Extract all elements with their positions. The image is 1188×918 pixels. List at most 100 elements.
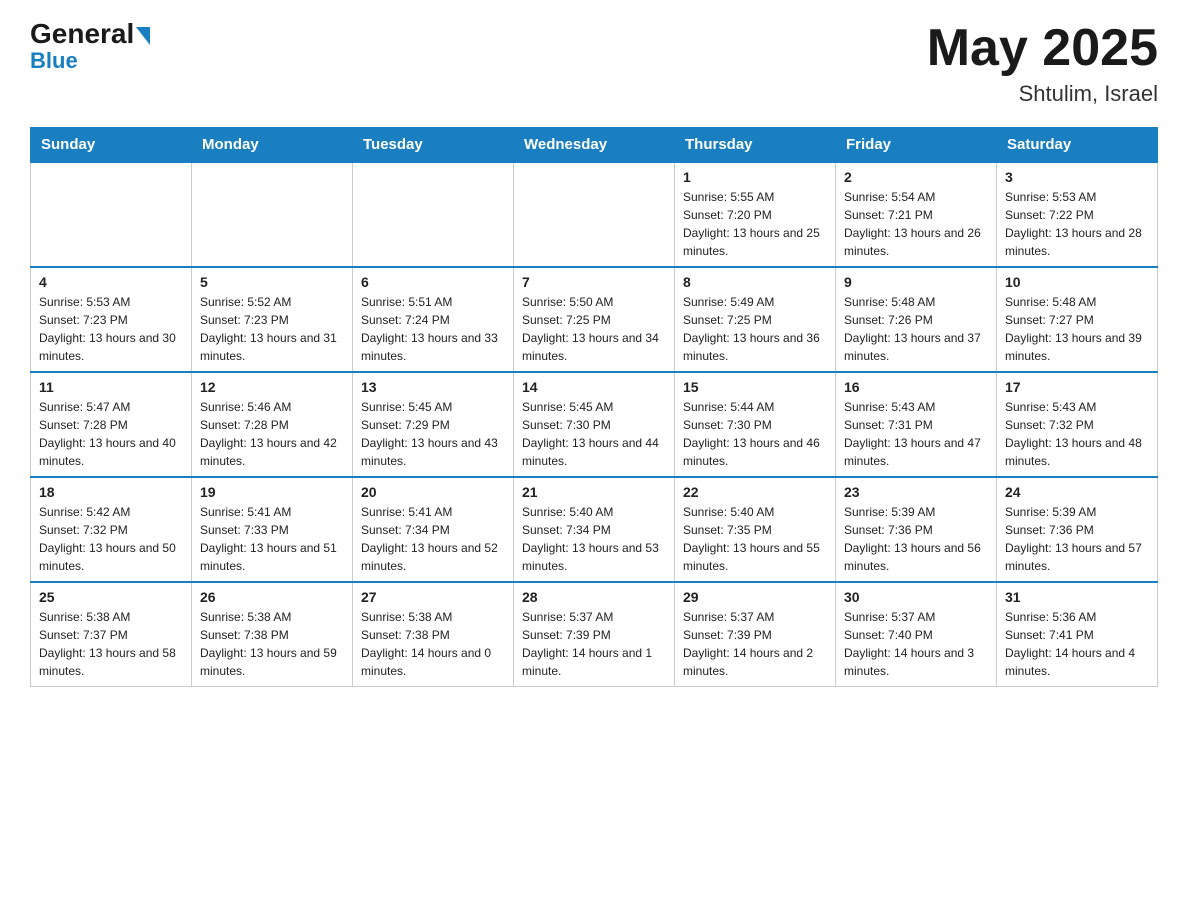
day-info: Sunrise: 5:53 AMSunset: 7:23 PMDaylight:… <box>39 293 183 365</box>
table-row: 21 Sunrise: 5:40 AMSunset: 7:34 PMDayligh… <box>514 477 675 582</box>
day-info: Sunrise: 5:46 AMSunset: 7:28 PMDaylight:… <box>200 398 344 470</box>
col-tuesday: Tuesday <box>353 128 514 163</box>
day-info: Sunrise: 5:38 AMSunset: 7:37 PMDaylight:… <box>39 608 183 680</box>
day-number: 2 <box>844 169 988 185</box>
day-info: Sunrise: 5:47 AMSunset: 7:28 PMDaylight:… <box>39 398 183 470</box>
day-info: Sunrise: 5:37 AMSunset: 7:40 PMDaylight:… <box>844 608 988 680</box>
table-row: 3 Sunrise: 5:53 AMSunset: 7:22 PMDaylight… <box>997 162 1158 267</box>
day-number: 22 <box>683 484 827 500</box>
table-row: 29 Sunrise: 5:37 AMSunset: 7:39 PMDayligh… <box>675 582 836 687</box>
day-number: 29 <box>683 589 827 605</box>
col-wednesday: Wednesday <box>514 128 675 163</box>
calendar-week-row: 18 Sunrise: 5:42 AMSunset: 7:32 PMDayligh… <box>31 477 1158 582</box>
calendar-table: Sunday Monday Tuesday Wednesday Thursday… <box>30 127 1158 687</box>
table-row: 14 Sunrise: 5:45 AMSunset: 7:30 PMDayligh… <box>514 372 675 477</box>
day-number: 28 <box>522 589 666 605</box>
table-row: 16 Sunrise: 5:43 AMSunset: 7:31 PMDayligh… <box>836 372 997 477</box>
day-info: Sunrise: 5:39 AMSunset: 7:36 PMDaylight:… <box>1005 503 1149 575</box>
day-info: Sunrise: 5:41 AMSunset: 7:33 PMDaylight:… <box>200 503 344 575</box>
day-info: Sunrise: 5:53 AMSunset: 7:22 PMDaylight:… <box>1005 188 1149 260</box>
logo-arrow-icon <box>136 27 150 45</box>
day-info: Sunrise: 5:49 AMSunset: 7:25 PMDaylight:… <box>683 293 827 365</box>
day-info: Sunrise: 5:45 AMSunset: 7:30 PMDaylight:… <box>522 398 666 470</box>
location-subtitle: Shtulim, Israel <box>927 81 1158 107</box>
table-row <box>31 162 192 267</box>
col-friday: Friday <box>836 128 997 163</box>
table-row: 27 Sunrise: 5:38 AMSunset: 7:38 PMDayligh… <box>353 582 514 687</box>
col-thursday: Thursday <box>675 128 836 163</box>
day-number: 23 <box>844 484 988 500</box>
table-row: 1Sunrise: 5:55 AMSunset: 7:20 PMDaylight… <box>675 162 836 267</box>
col-saturday: Saturday <box>997 128 1158 163</box>
day-info: Sunrise: 5:51 AMSunset: 7:24 PMDaylight:… <box>361 293 505 365</box>
table-row: 9Sunrise: 5:48 AMSunset: 7:26 PMDaylight… <box>836 267 997 372</box>
day-number: 11 <box>39 379 183 395</box>
day-number: 21 <box>522 484 666 500</box>
day-info: Sunrise: 5:55 AMSunset: 7:20 PMDaylight:… <box>683 188 827 260</box>
day-info: Sunrise: 5:37 AMSunset: 7:39 PMDaylight:… <box>683 608 827 680</box>
day-info: Sunrise: 5:44 AMSunset: 7:30 PMDaylight:… <box>683 398 827 470</box>
table-row: 8Sunrise: 5:49 AMSunset: 7:25 PMDaylight… <box>675 267 836 372</box>
day-number: 31 <box>1005 589 1149 605</box>
day-info: Sunrise: 5:43 AMSunset: 7:31 PMDaylight:… <box>844 398 988 470</box>
day-number: 4 <box>39 274 183 290</box>
table-row <box>514 162 675 267</box>
day-info: Sunrise: 5:40 AMSunset: 7:34 PMDaylight:… <box>522 503 666 575</box>
table-row: 6Sunrise: 5:51 AMSunset: 7:24 PMDaylight… <box>353 267 514 372</box>
table-row: 20Sunrise: 5:41 AMSunset: 7:34 PMDayligh… <box>353 477 514 582</box>
calendar-week-row: 1Sunrise: 5:55 AMSunset: 7:20 PMDaylight… <box>31 162 1158 267</box>
logo: General Blue <box>30 20 150 72</box>
day-info: Sunrise: 5:45 AMSunset: 7:29 PMDaylight:… <box>361 398 505 470</box>
day-number: 26 <box>200 589 344 605</box>
day-number: 13 <box>361 379 505 395</box>
table-row: 18 Sunrise: 5:42 AMSunset: 7:32 PMDayligh… <box>31 477 192 582</box>
table-row: 10Sunrise: 5:48 AMSunset: 7:27 PMDayligh… <box>997 267 1158 372</box>
table-row: 19 Sunrise: 5:41 AMSunset: 7:33 PMDayligh… <box>192 477 353 582</box>
table-row <box>192 162 353 267</box>
table-row: 26Sunrise: 5:38 AMSunset: 7:38 PMDayligh… <box>192 582 353 687</box>
day-number: 15 <box>683 379 827 395</box>
day-number: 30 <box>844 589 988 605</box>
day-number: 5 <box>200 274 344 290</box>
table-row <box>353 162 514 267</box>
day-info: Sunrise: 5:38 AMSunset: 7:38 PMDaylight:… <box>361 608 505 680</box>
logo-blue-text: Blue <box>30 50 78 72</box>
table-row: 24 Sunrise: 5:39 AMSunset: 7:36 PMDayligh… <box>997 477 1158 582</box>
day-number: 12 <box>200 379 344 395</box>
day-number: 7 <box>522 274 666 290</box>
calendar-header-row: Sunday Monday Tuesday Wednesday Thursday… <box>31 128 1158 163</box>
day-number: 27 <box>361 589 505 605</box>
day-number: 19 <box>200 484 344 500</box>
day-info: Sunrise: 5:42 AMSunset: 7:32 PMDaylight:… <box>39 503 183 575</box>
calendar-week-row: 4 Sunrise: 5:53 AMSunset: 7:23 PMDaylight… <box>31 267 1158 372</box>
title-block: May 2025 Shtulim, Israel <box>927 20 1158 107</box>
table-row: 17Sunrise: 5:43 AMSunset: 7:32 PMDayligh… <box>997 372 1158 477</box>
table-row: 28 Sunrise: 5:37 AMSunset: 7:39 PMDayligh… <box>514 582 675 687</box>
page-header: General Blue May 2025 Shtulim, Israel <box>30 20 1158 107</box>
day-info: Sunrise: 5:40 AMSunset: 7:35 PMDaylight:… <box>683 503 827 575</box>
table-row: 31 Sunrise: 5:36 AMSunset: 7:41 PMDayligh… <box>997 582 1158 687</box>
day-number: 9 <box>844 274 988 290</box>
table-row: 11 Sunrise: 5:47 AMSunset: 7:28 PMDayligh… <box>31 372 192 477</box>
day-info: Sunrise: 5:41 AMSunset: 7:34 PMDaylight:… <box>361 503 505 575</box>
col-monday: Monday <box>192 128 353 163</box>
table-row: 22 Sunrise: 5:40 AMSunset: 7:35 PMDayligh… <box>675 477 836 582</box>
day-number: 24 <box>1005 484 1149 500</box>
day-number: 14 <box>522 379 666 395</box>
day-info: Sunrise: 5:39 AMSunset: 7:36 PMDaylight:… <box>844 503 988 575</box>
day-number: 25 <box>39 589 183 605</box>
table-row: 13 Sunrise: 5:45 AMSunset: 7:29 PMDayligh… <box>353 372 514 477</box>
table-row: 23 Sunrise: 5:39 AMSunset: 7:36 PMDayligh… <box>836 477 997 582</box>
day-number: 16 <box>844 379 988 395</box>
day-number: 10 <box>1005 274 1149 290</box>
day-info: Sunrise: 5:37 AMSunset: 7:39 PMDaylight:… <box>522 608 666 680</box>
table-row: 12 Sunrise: 5:46 AMSunset: 7:28 PMDayligh… <box>192 372 353 477</box>
table-row: 2Sunrise: 5:54 AMSunset: 7:21 PMDaylight… <box>836 162 997 267</box>
day-info: Sunrise: 5:43 AMSunset: 7:32 PMDaylight:… <box>1005 398 1149 470</box>
table-row: 4 Sunrise: 5:53 AMSunset: 7:23 PMDaylight… <box>31 267 192 372</box>
day-info: Sunrise: 5:36 AMSunset: 7:41 PMDaylight:… <box>1005 608 1149 680</box>
day-number: 18 <box>39 484 183 500</box>
logo-general-text: General <box>30 18 134 49</box>
day-info: Sunrise: 5:52 AMSunset: 7:23 PMDaylight:… <box>200 293 344 365</box>
day-number: 3 <box>1005 169 1149 185</box>
